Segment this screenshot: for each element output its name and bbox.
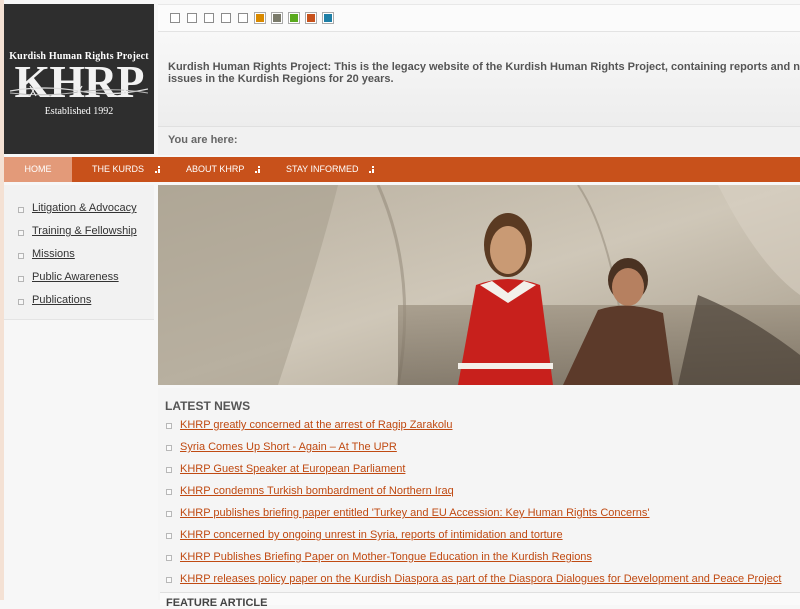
nav-item-label: STAY INFORMED <box>286 164 359 174</box>
news-link[interactable]: KHRP concerned by ongoing unrest in Syri… <box>180 529 563 541</box>
color-theme-olive[interactable] <box>271 12 283 24</box>
color-theme-orange[interactable] <box>254 12 266 24</box>
increase-font-icon[interactable] <box>204 13 214 23</box>
color-theme-rust[interactable] <box>305 12 317 24</box>
header-photo <box>158 185 800 385</box>
feature-article-header: FEATURE ARTICLE <box>160 592 800 609</box>
nav-item-about-khrp[interactable]: ABOUT KHRP <box>186 157 260 182</box>
sidebar-item-label[interactable]: Publications <box>32 294 91 306</box>
breadcrumb-label: You are here: <box>168 134 238 146</box>
bullet-icon <box>166 445 172 451</box>
site-description-panel: Kurdish Human Rights Project: This is th… <box>158 32 800 126</box>
khrp-logo[interactable]: Kurdish Human Rights Project KHRP Establ… <box>4 4 154 154</box>
bullet-icon <box>18 230 24 236</box>
main-nav: HOME THE KURDS ABOUT KHRP STAY INFORMED <box>4 157 800 182</box>
bullet-icon <box>166 577 172 583</box>
submenu-dots-icon <box>154 166 160 174</box>
bullet-icon <box>166 467 172 473</box>
color-theme-blue[interactable] <box>322 12 334 24</box>
bullet-icon <box>18 299 24 305</box>
bullet-icon <box>166 423 172 429</box>
bullet-icon <box>166 489 172 495</box>
layout-toolbar <box>158 4 800 32</box>
barbed-wire-icon <box>10 84 148 97</box>
news-link[interactable]: KHRP Publishes Briefing Paper on Mother-… <box>180 551 592 563</box>
nav-item-label: HOME <box>24 164 52 174</box>
sidebar-item-label[interactable]: Missions <box>32 248 75 260</box>
sidebar-item-label[interactable]: Litigation & Advocacy <box>32 202 137 214</box>
breadcrumb: You are here: <box>158 126 800 155</box>
nav-item-label: THE KURDS <box>92 164 145 174</box>
feature-article-heading: FEATURE ARTICLE <box>166 597 268 609</box>
fluid-width-icon[interactable] <box>187 13 197 23</box>
sidebar-item-label[interactable]: Training & Fellowship <box>32 225 137 237</box>
decrease-font-icon[interactable] <box>221 13 231 23</box>
sidebar-item-label[interactable]: Public Awareness <box>32 271 119 283</box>
news-link[interactable]: KHRP condemns Turkish bombardment of Nor… <box>180 485 454 497</box>
news-link[interactable]: KHRP releases policy paper on the Kurdis… <box>180 573 781 585</box>
sidebar-menu: Litigation & Advocacy Training & Fellows… <box>4 185 154 320</box>
two-column-layout-icon[interactable] <box>170 13 180 23</box>
news-link[interactable]: KHRP greatly concerned at the arrest of … <box>180 419 453 431</box>
bullet-icon <box>166 555 172 561</box>
reset-font-icon[interactable] <box>238 13 248 23</box>
latest-news-heading: LATEST NEWS <box>165 399 251 413</box>
news-link[interactable]: KHRP publishes briefing paper entitled '… <box>180 507 650 519</box>
submenu-dots-icon <box>254 166 260 174</box>
site-description: Kurdish Human Rights Project: This is th… <box>168 61 800 85</box>
submenu-dots-icon <box>369 166 375 174</box>
bullet-icon <box>166 533 172 539</box>
nav-item-stay-informed[interactable]: STAY INFORMED <box>286 157 375 182</box>
color-theme-green[interactable] <box>288 12 300 24</box>
logo-established: Established 1992 <box>44 106 114 117</box>
children-in-camp-photo <box>158 185 800 385</box>
news-link[interactable]: KHRP Guest Speaker at European Parliamen… <box>180 463 405 475</box>
bullet-icon <box>18 207 24 213</box>
latest-news-section: LATEST NEWS KHRP greatly concerned at th… <box>158 388 800 609</box>
nav-item-label: ABOUT KHRP <box>186 164 245 174</box>
bullet-icon <box>18 276 24 282</box>
bullet-icon <box>18 253 24 259</box>
nav-item-home[interactable]: HOME <box>4 157 72 182</box>
news-link[interactable]: Syria Comes Up Short - Again – At The UP… <box>180 441 397 453</box>
bullet-icon <box>166 511 172 517</box>
nav-item-the-kurds[interactable]: THE KURDS <box>92 157 160 182</box>
